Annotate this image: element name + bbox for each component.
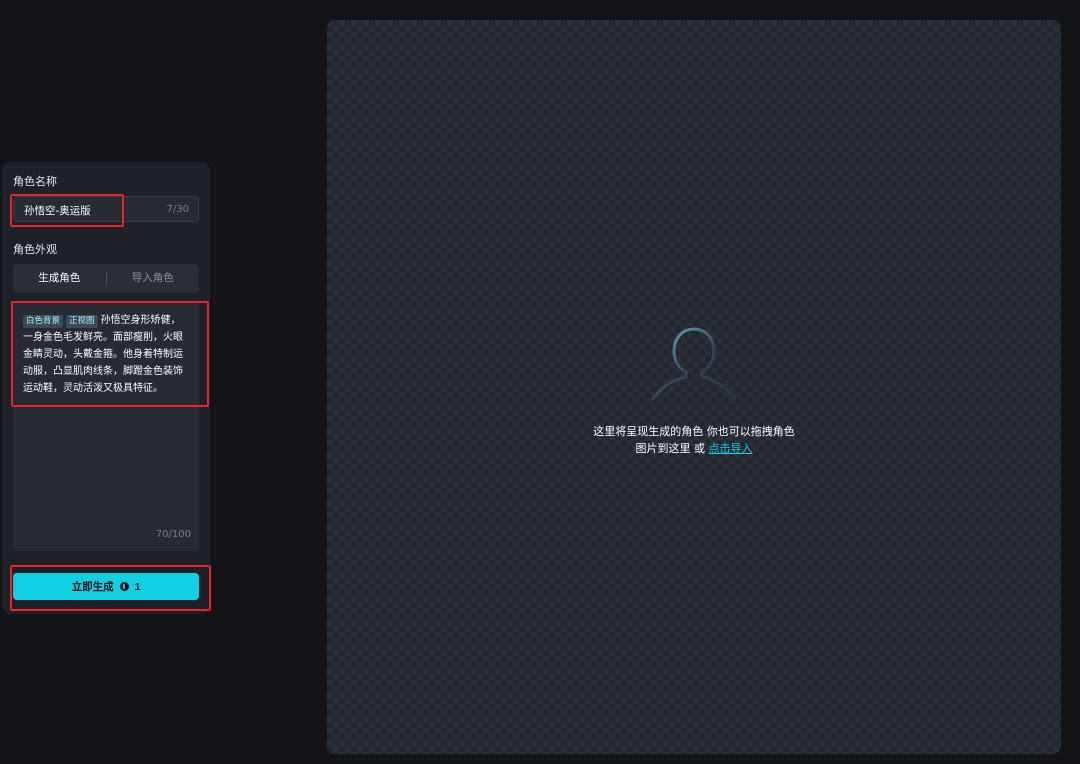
character-form-panel: 角色名称 孙悟空-奥运版 7/30 角色外观 生成角色 导入角色 白色背景 正视图… — [2, 162, 210, 614]
appearance-label: 角色外观 — [13, 243, 57, 256]
generate-button-label: 立即生成 — [71, 581, 114, 593]
character-name-count: 7/30 — [166, 204, 189, 215]
appearance-description-textarea[interactable]: 白色背景 正视图 孙悟空身形矫健，一身金色毛发鲜亮。面部瘦削，火眼金睛灵动，头戴金箍… — [13, 302, 199, 551]
generate-now-button[interactable]: 立即生成 1 — [13, 573, 199, 600]
appearance-tabs: 生成角色 导入角色 — [13, 264, 199, 293]
description-content: 白色背景 正视图 孙悟空身形矫健，一身金色毛发鲜亮。面部瘦削，火眼金睛灵动，头戴金箍… — [23, 312, 189, 397]
description-count: 70/100 — [155, 529, 191, 540]
tab-import-character[interactable]: 导入角色 — [107, 264, 200, 293]
click-import-link[interactable]: 点击导入 — [709, 442, 753, 455]
canvas-placeholder-text: 这里将呈现生成的角色 你也可以拖拽角色 图片到这里 或 点击导入 — [327, 423, 1061, 457]
placeholder-line2: 图片到这里 或 点击导入 — [327, 440, 1061, 457]
tag-front-view[interactable]: 正视图 — [66, 315, 98, 328]
character-name-input[interactable]: 孙悟空-奥运版 7/30 — [13, 196, 199, 222]
tab-generate-character[interactable]: 生成角色 — [13, 264, 106, 293]
name-label: 角色名称 — [13, 175, 57, 188]
tag-white-background[interactable]: 白色背景 — [23, 315, 64, 328]
character-name-value: 孙悟空-奥运版 — [24, 205, 91, 217]
preview-canvas[interactable]: 这里将呈现生成的角色 你也可以拖拽角色 图片到这里 或 点击导入 — [327, 20, 1061, 754]
placeholder-line1: 这里将呈现生成的角色 你也可以拖拽角色 — [593, 425, 795, 438]
coin-icon — [119, 582, 129, 591]
user-silhouette-icon — [651, 327, 737, 401]
generate-cost: 1 — [134, 580, 141, 593]
placeholder-line2-prefix: 图片到这里 或 — [635, 442, 709, 455]
